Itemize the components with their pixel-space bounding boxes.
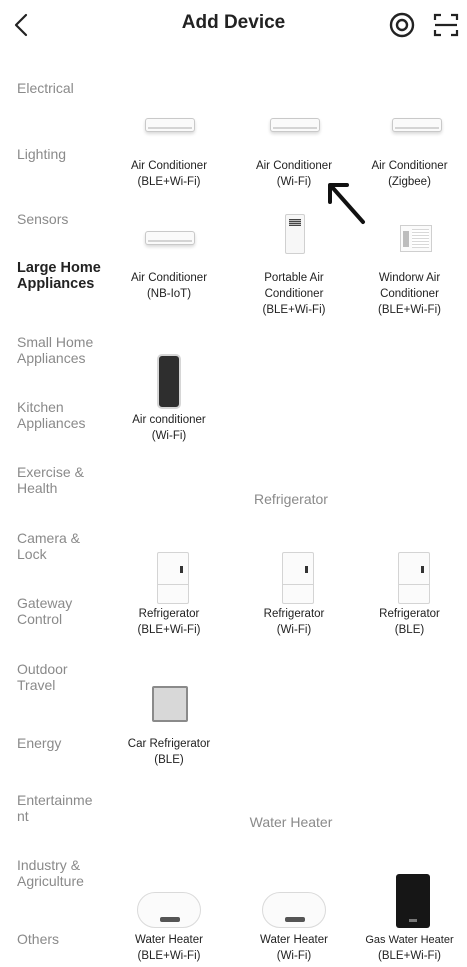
device-car-refrigerator-ble[interactable]: Car Refrigerator (BLE) — [107, 684, 231, 768]
device-label: Water Heater — [135, 934, 203, 946]
device-label: Conditioner — [264, 288, 324, 300]
device-label: Refrigerator — [379, 608, 440, 620]
device-label: Windorw Air — [378, 272, 441, 284]
sidebar-item-sensors[interactable]: Sensors — [17, 211, 113, 227]
device-label: Refrigerator — [138, 608, 200, 620]
device-label: (Wi-Fi) — [276, 950, 312, 962]
sidebar-item-large-home-appliances[interactable]: Large Home Appliances — [17, 260, 109, 292]
sidebar-item-kitchen-appliances[interactable]: Kitchen Appliances — [17, 399, 95, 431]
target-icon — [389, 12, 415, 38]
sidebar-item-lighting[interactable]: Lighting — [17, 146, 113, 162]
device-portable-air-conditioner[interactable]: Portable Air Conditioner (BLE+Wi-Fi) — [232, 210, 356, 318]
sidebar-item-industry-agriculture[interactable]: Industry & Agriculture — [17, 857, 111, 889]
device-label: Conditioner — [380, 288, 439, 300]
sidebar-item-small-home-appliances[interactable]: Small Home Appliances — [17, 334, 107, 366]
qr-scan-button[interactable] — [432, 11, 460, 39]
device-label: (BLE+Wi-Fi) — [137, 176, 201, 188]
device-air-conditioner-nb-iot[interactable]: Air Conditioner (NB-IoT) — [107, 210, 231, 302]
device-air-conditioner-ble-wifi[interactable]: Air Conditioner (BLE+Wi-Fi) — [107, 98, 231, 190]
device-label: Car Refrigerator — [127, 738, 211, 750]
air-conditioner-image — [232, 98, 356, 158]
device-label: Air Conditioner — [371, 160, 448, 172]
air-conditioner-image — [107, 98, 231, 158]
device-air-conditioner-remote-wifi[interactable]: Air conditioner (Wi-Fi) — [107, 352, 231, 444]
refrigerator-image — [352, 546, 467, 606]
sidebar-item-energy[interactable]: Energy — [17, 735, 113, 751]
refrigerator-image — [232, 546, 356, 606]
device-refrigerator-ble-wifi[interactable]: Refrigerator (BLE+Wi-Fi) — [107, 546, 231, 638]
device-label: (BLE+Wi-Fi) — [262, 304, 326, 316]
device-label: Water Heater — [260, 934, 328, 946]
water-heater-image — [232, 872, 356, 932]
device-label: Air Conditioner — [255, 160, 333, 172]
sidebar-item-electrical[interactable]: Electrical — [17, 80, 113, 96]
device-water-heater-wifi[interactable]: Water Heater (Wi-Fi) — [232, 872, 356, 964]
gas-water-heater-image — [352, 872, 467, 932]
device-label: Refrigerator — [263, 608, 325, 620]
add-device-screen: Add Device Electrical Lighting Sensors L… — [0, 0, 467, 967]
nearby-scan-button[interactable] — [388, 11, 416, 39]
device-label: (Wi-Fi) — [276, 624, 312, 636]
device-label: (BLE) — [154, 754, 184, 766]
device-label: Portable Air — [264, 272, 324, 284]
device-label: (BLE+Wi-Fi) — [137, 950, 201, 962]
device-refrigerator-ble[interactable]: Refrigerator (BLE) — [352, 546, 467, 638]
device-window-air-conditioner[interactable]: Windorw Air Conditioner (BLE+Wi-Fi) — [352, 210, 467, 318]
car-refrigerator-image — [107, 684, 231, 736]
device-label: (Wi-Fi) — [151, 430, 187, 442]
water-heater-image — [107, 872, 231, 932]
annotation-arrow-icon — [328, 183, 365, 224]
ac-controller-image — [107, 352, 231, 412]
device-refrigerator-wifi[interactable]: Refrigerator (Wi-Fi) — [232, 546, 356, 638]
device-label: Air Conditioner — [130, 160, 208, 172]
window-ac-image — [352, 210, 467, 270]
category-sidebar: Electrical Lighting Sensors Large Home A… — [0, 60, 115, 967]
device-label: Air Conditioner — [130, 272, 208, 284]
section-title-refrigerator: Refrigerator — [254, 491, 328, 507]
device-label: Gas Water Heater — [365, 934, 454, 946]
air-conditioner-image — [352, 98, 467, 158]
device-label: Air conditioner — [132, 414, 206, 426]
sidebar-item-camera-lock[interactable]: Camera & Lock — [17, 530, 91, 562]
sidebar-item-gateway-control[interactable]: Gateway Control — [17, 595, 87, 627]
section-title-water-heater: Water Heater — [249, 814, 333, 830]
header: Add Device — [0, 0, 467, 50]
sidebar-item-entertainment[interactable]: Entertainment — [17, 792, 95, 824]
device-label: (Zigbee) — [388, 176, 431, 188]
device-gas-water-heater-ble-wifi[interactable]: Gas Water Heater (BLE+Wi-Fi) — [352, 872, 467, 964]
device-air-conditioner-wifi[interactable]: Air Conditioner (Wi-Fi) — [232, 98, 356, 190]
sidebar-item-outdoor-travel[interactable]: Outdoor Travel — [17, 661, 89, 693]
sidebar-item-others[interactable]: Others — [17, 931, 113, 947]
device-label: (BLE) — [394, 624, 425, 636]
device-label: (BLE+Wi-Fi) — [378, 950, 441, 962]
refrigerator-image — [107, 546, 231, 606]
device-list: Air Conditioner (BLE+Wi-Fi) Air Conditio… — [115, 50, 467, 967]
device-air-conditioner-zigbee[interactable]: Air Conditioner (Zigbee) — [352, 98, 467, 190]
device-water-heater-ble-wifi[interactable]: Water Heater (BLE+Wi-Fi) — [107, 872, 231, 964]
device-label: (BLE+Wi-Fi) — [378, 304, 441, 316]
sidebar-item-exercise-health[interactable]: Exercise & Health — [17, 464, 95, 496]
device-label: (BLE+Wi-Fi) — [137, 624, 201, 636]
device-label: (NB-IoT) — [146, 288, 192, 300]
air-conditioner-image — [107, 210, 231, 270]
scan-icon — [433, 13, 459, 37]
